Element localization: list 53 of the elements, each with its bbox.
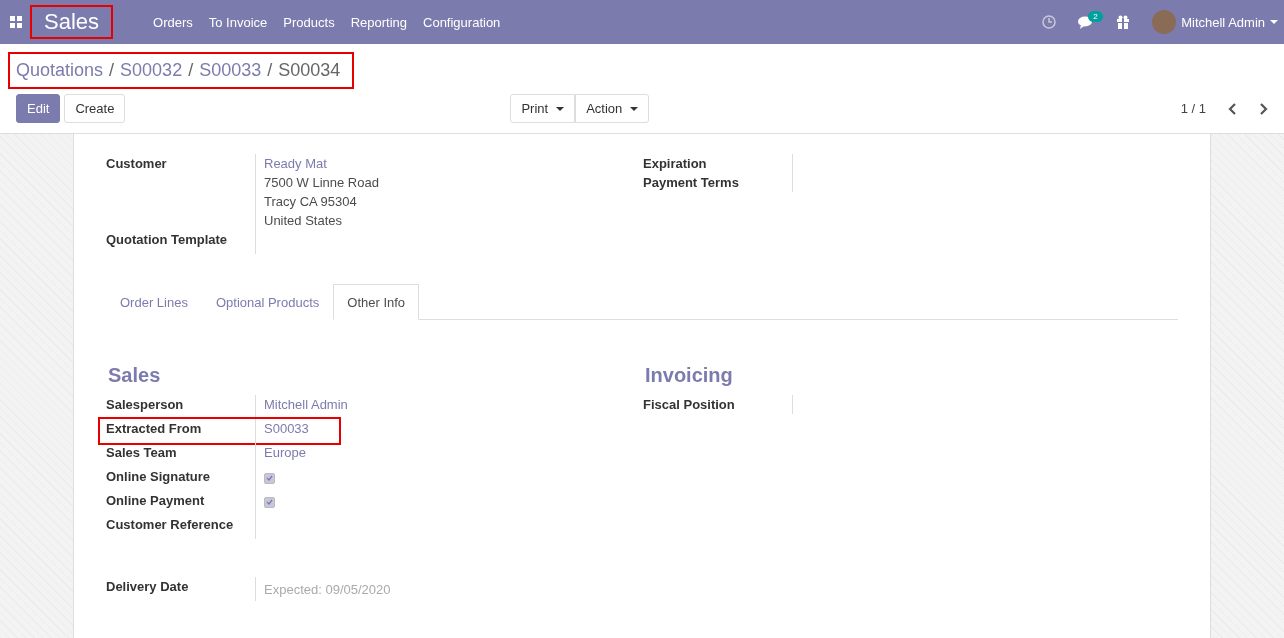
breadcrumb-item[interactable]: S00032 xyxy=(120,60,183,81)
record-title: S00034 xyxy=(278,60,341,81)
create-button[interactable]: Create xyxy=(64,94,126,123)
address-line: United States xyxy=(263,212,344,230)
caret-icon xyxy=(1270,20,1278,24)
action-button[interactable]: Action xyxy=(575,94,650,123)
edit-button[interactable]: Edit xyxy=(16,94,61,123)
pager-text: 1 / 1 xyxy=(1180,101,1206,116)
address-line: Tracy CA 95304 xyxy=(263,193,358,211)
breadcrumb-item[interactable]: Quotations xyxy=(16,60,104,81)
print-button[interactable]: Print xyxy=(510,94,576,123)
field-link[interactable]: Europe xyxy=(264,445,306,460)
date-field[interactable]: Expected: 09/05/2020 xyxy=(264,577,464,601)
field-label: Delivery Date xyxy=(106,577,256,601)
menu-item[interactable]: Reporting xyxy=(342,14,415,30)
checkbox[interactable] xyxy=(264,496,275,508)
next-icon[interactable] xyxy=(1259,102,1268,115)
breadcrumb-separator: / xyxy=(188,60,194,81)
breadcrumb-separator: / xyxy=(109,60,115,81)
field-label: Customer Reference xyxy=(106,515,256,539)
field-label: Quotation Template xyxy=(106,230,256,254)
customer-link[interactable]: Ready Mat xyxy=(264,156,327,171)
clock-icon[interactable] xyxy=(1042,15,1057,29)
field-label: Online Signature xyxy=(106,467,256,491)
tab[interactable]: Other Info xyxy=(333,284,420,320)
checkbox[interactable] xyxy=(264,472,275,484)
field-label: Payment Terms xyxy=(643,173,793,192)
menu-item[interactable]: Orders xyxy=(145,14,201,30)
field-label: Sales Team xyxy=(106,443,256,467)
field-label: Fiscal Position xyxy=(643,395,793,414)
field-link[interactable]: S00033 xyxy=(264,421,309,436)
field-label: Expiration xyxy=(643,154,793,173)
gift-icon[interactable] xyxy=(1116,15,1131,29)
field-label: Customer xyxy=(106,154,256,230)
menu-item[interactable]: To Invoice xyxy=(200,14,276,30)
avatar xyxy=(1152,10,1177,34)
breadcrumb-item[interactable]: S00033 xyxy=(199,60,262,81)
menu-item[interactable]: Products xyxy=(275,14,343,30)
app-name: Sales xyxy=(30,5,114,39)
message-count-badge: 2 xyxy=(1088,10,1103,22)
menu-item[interactable]: Configuration xyxy=(415,14,509,30)
address-line: 7500 W Linne Road xyxy=(263,174,380,192)
field-link[interactable]: Mitchell Admin xyxy=(264,397,348,412)
previous-icon[interactable] xyxy=(1228,102,1237,115)
field-label: Online Payment xyxy=(106,491,256,515)
section-title: Invoicing xyxy=(645,364,734,387)
apps-grid-icon[interactable] xyxy=(10,16,22,28)
breadcrumb-separator: / xyxy=(267,60,273,81)
field-label: Extracted From xyxy=(106,419,256,443)
user-menu[interactable]: Mitchell Admin xyxy=(1152,10,1278,34)
user-name[interactable]: Mitchell Admin xyxy=(1181,14,1265,30)
field-label: Salesperson xyxy=(106,395,256,419)
section-title: Sales xyxy=(108,364,162,387)
